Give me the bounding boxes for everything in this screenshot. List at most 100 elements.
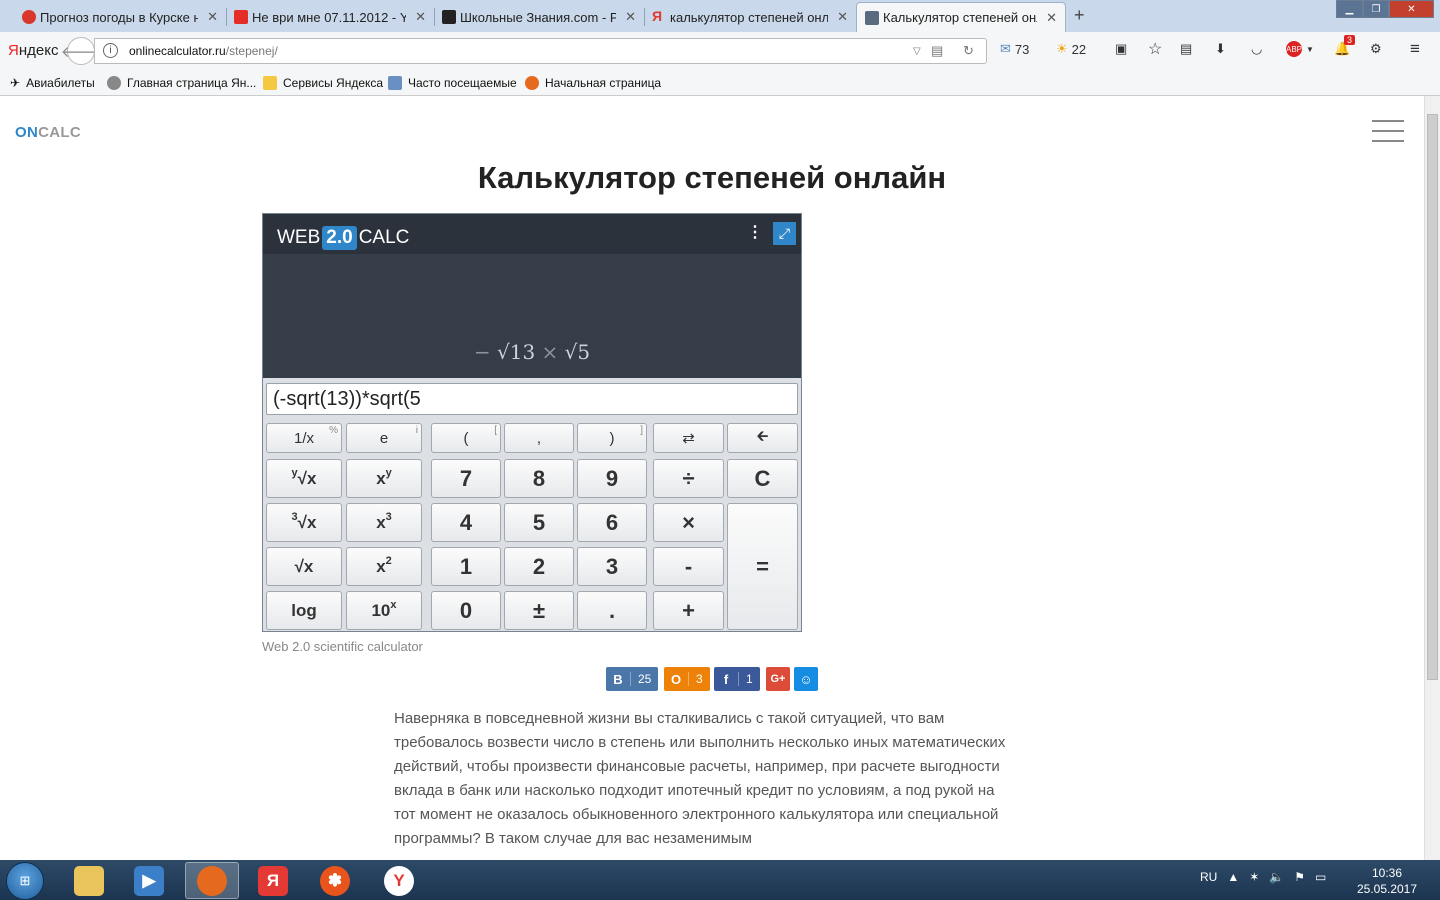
action-center-flag-icon[interactable]: ⚑: [1294, 870, 1305, 884]
divide-key[interactable]: ÷: [653, 459, 724, 498]
taskbar-yandex[interactable]: Я: [246, 862, 300, 899]
new-tab-button[interactable]: +: [1074, 5, 1085, 26]
sqrt-key[interactable]: √x: [266, 547, 342, 586]
log-key[interactable]: log: [266, 591, 342, 630]
digit-1-key[interactable]: 1: [431, 547, 501, 586]
digit-7-key[interactable]: 7: [431, 459, 501, 498]
scrollbar-thumb[interactable]: [1427, 114, 1438, 680]
calc-menu-icon[interactable]: ⋮: [747, 222, 763, 242]
clear-key[interactable]: C: [727, 459, 798, 498]
yandex-logo[interactable]: Яндекс: [8, 42, 58, 59]
minimize-button[interactable]: ▁: [1336, 0, 1363, 18]
digit-5-key[interactable]: 5: [504, 503, 574, 542]
taskbar-yandex-browser[interactable]: Y: [372, 862, 426, 899]
key-sup: 2: [385, 554, 392, 567]
tab-calculator-active[interactable]: Калькулятор степеней онла ✕: [856, 2, 1066, 32]
taskbar-explorer[interactable]: [62, 862, 116, 899]
moimir-share-button[interactable]: ☺: [794, 667, 818, 691]
mail-widget[interactable]: ✉ 73: [1000, 41, 1029, 57]
site-menu-icon[interactable]: [1372, 120, 1404, 142]
volume-icon[interactable]: 🔈: [1269, 870, 1284, 884]
digit-9-key[interactable]: 9: [577, 459, 647, 498]
bookmark-yandex-home[interactable]: Главная страница Ян...: [107, 76, 256, 90]
close-tab-icon[interactable]: ✕: [625, 9, 636, 25]
menu-icon[interactable]: ≡: [1410, 39, 1420, 59]
tab-yandex-search[interactable]: Я калькулятор степеней онла ✕: [644, 2, 856, 32]
decimal-point-key[interactable]: .: [577, 591, 647, 630]
cube-key[interactable]: x3: [346, 503, 422, 542]
tab-weather[interactable]: Прогноз погоды в Курске н ✕: [14, 2, 226, 32]
download-icon[interactable]: ⬇: [1215, 41, 1226, 57]
swap-icon: ⇄: [682, 430, 695, 447]
weather-widget[interactable]: ☀ 22: [1056, 41, 1086, 57]
pocket-save-icon[interactable]: ▣: [1115, 41, 1127, 57]
reciprocal-key[interactable]: 1/x%: [266, 423, 342, 453]
expand-icon[interactable]: ⤢: [773, 222, 796, 245]
tray-expand-icon[interactable]: ▲: [1227, 870, 1239, 884]
pocket-icon[interactable]: ◡: [1251, 41, 1262, 57]
page-scrollbar[interactable]: [1424, 96, 1440, 860]
digit-0-key[interactable]: 0: [431, 591, 501, 630]
bookmark-yandex-services[interactable]: Сервисы Яндекса: [263, 76, 383, 90]
nth-root-key[interactable]: y √x: [266, 459, 342, 498]
address-bar[interactable]: i onlinecalculator.ru/stepenej/ ▽ ▤ ↻: [94, 38, 987, 64]
add-key[interactable]: +: [653, 591, 724, 630]
bookmark-start-page[interactable]: Начальная страница: [525, 76, 661, 90]
swap-key[interactable]: ⇄: [653, 423, 724, 453]
bookmark-star-icon[interactable]: ☆: [1148, 39, 1162, 59]
subtract-key[interactable]: -: [653, 547, 724, 586]
plus-minus-key[interactable]: ±: [504, 591, 574, 630]
close-tab-icon[interactable]: ✕: [207, 9, 218, 25]
digit-3-key[interactable]: 3: [577, 547, 647, 586]
tray-app-icon[interactable]: ✶: [1249, 870, 1259, 884]
notifications-icon[interactable]: 🔔 3: [1334, 35, 1356, 57]
close-window-button[interactable]: ✕: [1389, 0, 1434, 18]
bookmark-aviabilety[interactable]: ✈ Авиабилеты: [10, 76, 95, 90]
equals-key[interactable]: =: [727, 503, 798, 630]
network-icon[interactable]: ▭: [1315, 870, 1326, 884]
comma-key[interactable]: ,: [504, 423, 574, 453]
backspace-key[interactable]: 🡰: [727, 423, 798, 453]
extension-icon[interactable]: ⚙: [1370, 41, 1382, 57]
dropdown-arrow-icon[interactable]: ▽: [913, 46, 921, 57]
digit-6-key[interactable]: 6: [577, 503, 647, 542]
e-constant-key[interactable]: ei: [346, 423, 422, 453]
digit-8-key[interactable]: 8: [504, 459, 574, 498]
multiply-key[interactable]: ×: [653, 503, 724, 542]
right-paren-key[interactable]: )]: [577, 423, 647, 453]
site-logo[interactable]: ONCALC: [15, 124, 81, 141]
reader-view-icon[interactable]: ▤: [931, 43, 943, 59]
tab-znania[interactable]: Школьные Знания.com - Ре ✕: [434, 2, 644, 32]
left-paren-key[interactable]: ([: [431, 423, 501, 453]
ten-power-key[interactable]: 10 x: [346, 591, 422, 630]
square-key[interactable]: x2: [346, 547, 422, 586]
facebook-share-button[interactable]: f1: [714, 667, 760, 691]
language-indicator[interactable]: RU: [1200, 870, 1217, 884]
reload-icon[interactable]: ↻: [963, 43, 974, 59]
taskbar-media-app[interactable]: ✽: [308, 862, 362, 899]
odnoklassniki-share-button[interactable]: О3: [664, 667, 710, 691]
url-text[interactable]: onlinecalculator.ru/stepenej/: [129, 44, 278, 58]
close-tab-icon[interactable]: ✕: [415, 9, 426, 25]
system-clock[interactable]: 10:36 25.05.2017: [1350, 865, 1424, 897]
info-icon[interactable]: i: [103, 43, 118, 58]
calculator-widget: WEB 2.0 CALC ⋮ ⤢ − √13 × √5 (-sqrt(13))*…: [262, 213, 802, 632]
close-tab-icon[interactable]: ✕: [837, 9, 848, 25]
google-plus-share-button[interactable]: G+: [766, 667, 790, 691]
vk-share-button[interactable]: В 25: [606, 667, 659, 691]
expression-input[interactable]: (-sqrt(13))*sqrt(5: [266, 383, 798, 415]
tab-youtube[interactable]: Не ври мне 07.11.2012 - You ✕: [226, 2, 434, 32]
adblock-icon[interactable]: ABP ▼: [1286, 41, 1314, 57]
close-tab-icon[interactable]: ✕: [1046, 10, 1057, 26]
cube-root-key[interactable]: 3 √x: [266, 503, 342, 542]
bookmark-most-visited[interactable]: Часто посещаемые: [388, 76, 517, 90]
taskbar-firefox[interactable]: [185, 862, 239, 899]
power-key[interactable]: xy: [346, 459, 422, 498]
start-button[interactable]: ⊞: [6, 862, 44, 900]
bookmarks-list-icon[interactable]: ▤: [1180, 41, 1192, 57]
back-button[interactable]: 🡐: [61, 37, 101, 65]
taskbar-media-player[interactable]: ▶: [122, 862, 176, 899]
digit-2-key[interactable]: 2: [504, 547, 574, 586]
restore-button[interactable]: ❐: [1363, 0, 1389, 18]
digit-4-key[interactable]: 4: [431, 503, 501, 542]
